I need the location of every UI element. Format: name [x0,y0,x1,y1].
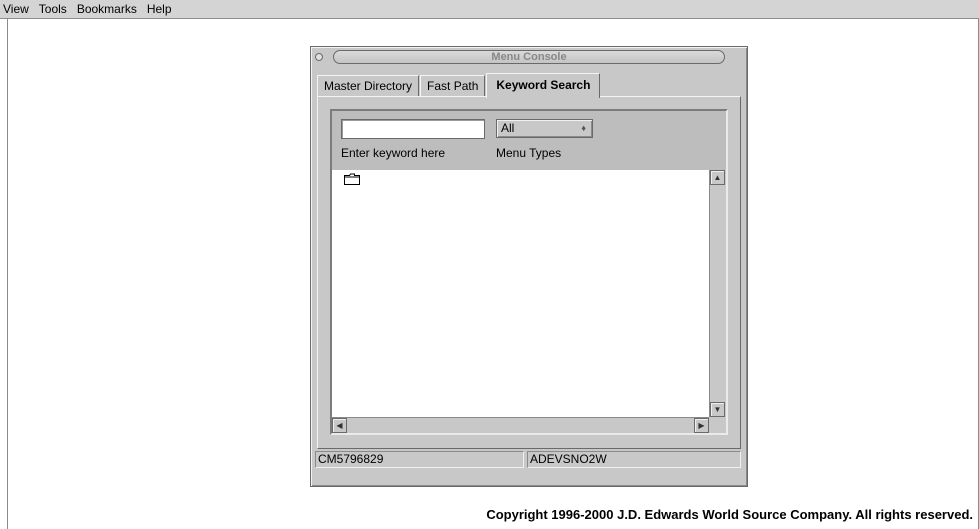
menu-help[interactable]: Help [147,0,172,19]
results-tree[interactable]: ▲ ▼ ◀ ▶ [332,170,726,433]
menu-bookmarks[interactable]: Bookmarks [77,0,137,19]
menu-types-label: Menu Types [496,146,562,160]
keyword-input[interactable] [341,119,485,139]
scroll-up-arrow-icon[interactable]: ▲ [710,170,725,185]
menu-tools[interactable]: Tools [39,0,67,19]
scroll-left-arrow-icon[interactable]: ◀ [332,418,347,433]
menu-types-value: All [501,121,515,135]
tab-strip: Master Directory Fast Path Keyword Searc… [317,73,601,98]
tab-master-directory[interactable]: Master Directory [317,75,420,97]
scroll-right-arrow-icon[interactable]: ▶ [694,418,709,433]
tab-fast-path[interactable]: Fast Path [420,75,486,97]
horizontal-scrollbar[interactable]: ◀ ▶ [332,417,709,433]
menu-bar: View Tools Bookmarks Help [0,0,979,19]
folder-icon[interactable] [344,173,360,185]
menu-types-select[interactable]: All ♦ [496,119,593,138]
status-environment: ADEVSNO2W [527,451,741,468]
title-bar[interactable]: Menu Console [313,49,745,65]
keyword-search-panel: All ♦ Enter keyword here Menu Types ▲ ▼ … [317,96,741,449]
dropdown-arrow-icon: ♦ [581,123,586,133]
window-close-icon[interactable] [315,53,323,61]
menu-console-window: Menu Console Master Directory Fast Path … [310,46,748,487]
scroll-corner [709,417,726,433]
tab-keyword-search[interactable]: Keyword Search [486,73,601,98]
search-group: All ♦ Enter keyword here Menu Types ▲ ▼ … [330,109,728,435]
keyword-label: Enter keyword here [341,146,446,160]
status-user-id: CM5796829 [315,451,524,468]
status-bar: CM5796829 ADEVSNO2W [315,451,743,468]
scroll-down-arrow-icon[interactable]: ▼ [710,402,725,417]
vertical-scrollbar[interactable]: ▲ ▼ [709,170,726,417]
menu-view[interactable]: View [3,0,29,19]
copyright-notice: Copyright 1996-2000 J.D. Edwards World S… [486,507,973,522]
window-title: Menu Console [333,50,725,64]
